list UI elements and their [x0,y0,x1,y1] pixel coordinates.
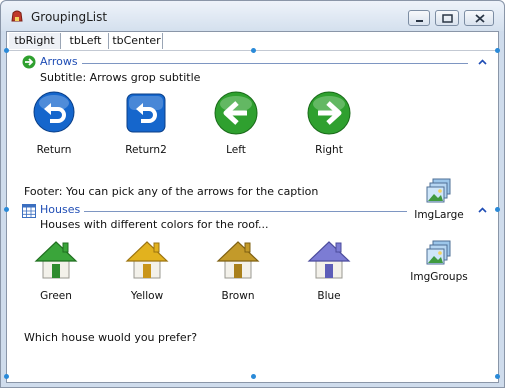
title-bar[interactable]: GroupingList [1,1,504,31]
house-yellow-icon[interactable] [125,237,169,281]
item-label: Yellow [130,290,164,302]
chevron-up-icon[interactable] [478,59,487,65]
imglarge-label: ImgLarge [414,209,464,221]
minimize-icon [416,20,423,22]
resize-handle[interactable] [495,374,500,379]
grid-icon [22,204,36,218]
group-divider [82,63,468,64]
imglarge-button[interactable]: ImgLarge [410,177,468,221]
imggroups-button[interactable]: ImgGroups [410,239,468,283]
group-divider [84,211,407,212]
arrow-circle-icon [22,55,36,69]
left-arrow-icon[interactable] [214,91,258,135]
right-arrow-icon[interactable] [307,91,351,135]
group-subtitle: Houses with different colors for the roo… [40,218,269,231]
window: GroupingList tbRight tbLeft tbCenter Arr… [0,0,505,388]
client-area: tbRight tbLeft tbCenter Arrows Subtitle:… [4,31,500,383]
item-label: Return2 [125,144,167,156]
return-round-icon[interactable] [33,91,75,133]
maximize-button[interactable] [435,10,459,26]
close-icon [475,14,485,23]
app-icon [11,10,23,22]
resize-handle[interactable] [4,48,9,53]
resize-handle[interactable] [251,48,256,53]
item-label: Brown [221,290,255,302]
house-green-icon[interactable] [34,237,78,281]
tab-tbleft[interactable]: tbLeft [63,33,109,49]
chevron-up-icon[interactable] [478,207,487,213]
item-label: Return [36,144,72,156]
house-blue-icon[interactable] [307,237,351,281]
item-label: Green [40,290,72,302]
resize-handle[interactable] [495,48,500,53]
tab-tbcenter[interactable]: tbCenter [111,33,163,49]
tab-tbright[interactable]: tbRight [9,33,61,49]
item-label: Right [315,144,343,156]
group-title-arrows[interactable]: Arrows [40,55,78,68]
group-footer: Which house wuold you prefer? [24,331,198,344]
image-stack-icon [426,178,451,203]
group-subtitle: Subtitle: Arrows grop subtitle [40,71,201,84]
resize-handle[interactable] [4,207,9,212]
group-footer: Footer: You can pick any of the arrows f… [24,185,319,198]
window-title: GroupingList [31,10,108,24]
item-label: Left [226,144,246,156]
item-label: Blue [317,290,341,302]
return-square-icon[interactable] [126,93,166,133]
resize-handle[interactable] [251,374,256,379]
imggroups-label: ImgGroups [410,271,468,283]
minimize-button[interactable] [408,10,430,26]
group-title-houses[interactable]: Houses [40,203,80,216]
maximize-icon [442,14,453,23]
resize-handle[interactable] [4,374,9,379]
house-brown-icon[interactable] [216,237,260,281]
image-stack-icon [426,240,451,265]
resize-handle[interactable] [495,207,500,212]
close-button[interactable] [464,10,494,26]
